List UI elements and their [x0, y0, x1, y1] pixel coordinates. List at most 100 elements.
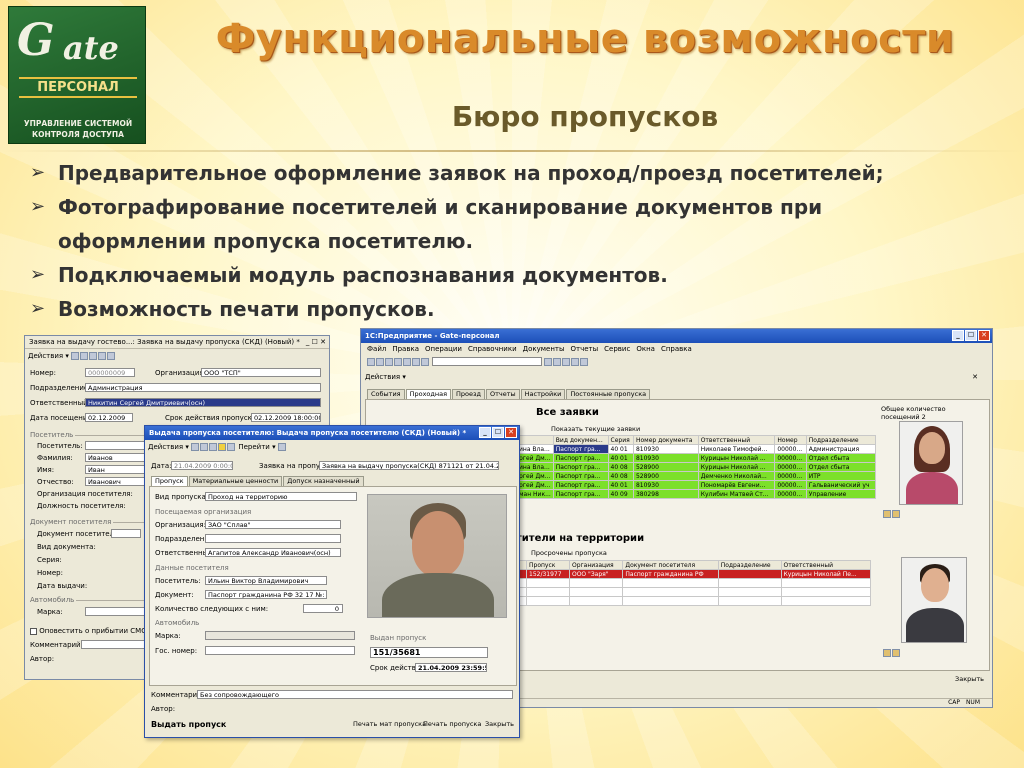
menu-catalogs[interactable]: Справочники — [468, 345, 517, 353]
col-dept[interactable]: Подразделение — [805, 435, 877, 445]
photo-action-icon[interactable] — [883, 510, 891, 518]
comment-field[interactable]: Без сопровождающего — [197, 690, 513, 699]
toolbar-icon[interactable] — [227, 443, 236, 451]
paste-icon[interactable] — [412, 357, 420, 366]
find-icon[interactable] — [544, 357, 553, 366]
tab-events[interactable]: События — [367, 389, 405, 399]
issue-pass-button[interactable]: Выдать пропуск — [151, 720, 226, 729]
print-pass-button[interactable]: Печать пропуска — [423, 720, 481, 728]
menu-help[interactable]: Справка — [661, 345, 692, 353]
col-dept[interactable]: Подразделение — [717, 560, 782, 570]
document-field[interactable]: Паспорт гражданина РФ 32 17 №: 89 — [205, 590, 327, 599]
menu-windows[interactable]: Окна — [636, 345, 655, 353]
tab-reports[interactable]: Отчеты — [485, 389, 520, 399]
overdue-filter[interactable]: Просрочены пропуска — [531, 549, 607, 557]
close-button[interactable]: Закрыть — [485, 720, 514, 728]
org-field[interactable]: ЗАО "Сплав" — [205, 520, 341, 529]
col-org[interactable]: Организация — [568, 560, 624, 570]
table-row[interactable] — [516, 587, 872, 597]
table-row[interactable]: ргей Дм... Паспорт гра... 40 08 528900 Демче… — [516, 471, 877, 481]
photo-action-icon[interactable] — [892, 649, 900, 657]
calc-icon[interactable] — [562, 357, 571, 366]
table-row[interactable]: ина Вла... Паспорт гра... 40 08 528900 Куриц… — [516, 462, 877, 472]
tab-pass[interactable]: Пропуск — [151, 476, 188, 486]
tab-valuables[interactable]: Материальные ценности — [188, 476, 283, 486]
visit-date-field[interactable]: 02.12.2009 — [85, 413, 133, 422]
help-icon[interactable] — [107, 352, 116, 360]
tab-checkpoint[interactable]: Проходная — [405, 389, 452, 399]
menu-service[interactable]: Сервис — [604, 345, 630, 353]
col-doctype[interactable]: Вид докумен... — [552, 435, 609, 445]
dept-field[interactable]: Администрация — [85, 383, 321, 392]
tab-drive[interactable]: Проезд — [452, 389, 485, 399]
menu-documents[interactable]: Документы — [523, 345, 565, 353]
col-resp[interactable]: Ответственный — [697, 435, 776, 445]
print-material-pass-button[interactable]: Печать мат пропуска — [353, 720, 426, 728]
toolbar-icon[interactable] — [200, 443, 209, 451]
col-doc[interactable]: Документ посетителя — [622, 560, 719, 570]
request-field[interactable]: Заявка на выдачу пропуска(СКД) 871121 от… — [319, 461, 499, 470]
menu-reports[interactable]: Отчеты — [571, 345, 599, 353]
valid-field[interactable]: 02.12.2009 18:00:00 — [251, 413, 321, 422]
dept-field[interactable] — [205, 534, 341, 543]
visitor-field[interactable]: Ильин Виктор Владимирович — [205, 576, 327, 585]
pass-type-field[interactable]: Проход на территорию — [205, 492, 357, 501]
menu-operations[interactable]: Операции — [425, 345, 462, 353]
number-field[interactable]: 000000009 — [85, 368, 135, 377]
document-field[interactable] — [111, 529, 141, 538]
table-row[interactable] — [516, 578, 872, 588]
photo-action-icon[interactable] — [892, 510, 900, 518]
toolbar-icon[interactable] — [218, 443, 227, 451]
menu-edit[interactable]: Правка — [392, 345, 419, 353]
save-icon[interactable] — [385, 357, 393, 366]
toolbar-icon[interactable] — [89, 352, 98, 360]
window-controls[interactable]: _ ☐ ✕ — [479, 427, 517, 438]
tab-settings[interactable]: Настройки — [520, 389, 566, 399]
show-current-checkbox[interactable]: Показать текущие заявки — [551, 425, 640, 433]
patronymic-field[interactable]: Иванович — [85, 477, 145, 486]
toolbar-icon[interactable] — [71, 352, 80, 360]
table-row[interactable]: 152/31977 ООО "Заря" Паспорт гражданина РФ… — [516, 569, 872, 579]
issue-pass-titlebar[interactable]: Выдача пропуска посетителю: Выдача пропу… — [145, 426, 519, 440]
surname-field[interactable]: Иванов — [85, 453, 145, 462]
brand-field[interactable] — [85, 607, 145, 616]
col-docnum[interactable]: Номер документа — [632, 435, 699, 445]
col-number[interactable]: Номер — [774, 435, 807, 445]
copy-icon[interactable] — [403, 357, 411, 366]
table-row[interactable]: ргей Дм... Паспорт гра... 40 01 810930 Поном… — [516, 480, 877, 490]
cut-icon[interactable] — [394, 357, 402, 366]
col-pass[interactable]: Пропуск — [526, 560, 570, 570]
goto-menu[interactable]: Перейти — [238, 443, 270, 451]
resp-field[interactable]: Никитин Сергей Дмитриевич(осн) — [85, 398, 321, 407]
request-window-titlebar[interactable]: Заявка на выдачу гостево...: Заявка на в… — [25, 336, 329, 349]
name-field[interactable]: Иван — [85, 465, 145, 474]
open-icon[interactable] — [376, 357, 384, 366]
memory-icon[interactable] — [580, 357, 589, 366]
help-icon[interactable] — [277, 443, 286, 451]
pass-number-field[interactable]: 151/35681 — [370, 647, 488, 658]
new-icon[interactable] — [367, 357, 375, 366]
date-field[interactable]: 21.04.2009 0:00:00 — [171, 461, 233, 470]
close-button[interactable]: Закрыть — [955, 675, 984, 683]
resp-field[interactable]: Агапитов Александр Иванович(осн) — [205, 548, 341, 557]
toolbar-icon[interactable] — [191, 443, 200, 451]
actions-menu[interactable]: Действия ▾ — [365, 373, 406, 381]
panel-close-icon[interactable]: ✕ — [972, 373, 978, 381]
undo-icon[interactable] — [421, 357, 429, 366]
actions-menu[interactable]: Действия — [28, 352, 63, 360]
notify-checkbox[interactable]: Оповестить о прибытии СМС — [30, 627, 146, 635]
companions-field[interactable]: 0 — [303, 604, 343, 613]
window-controls[interactable]: _ ☐ ✕ — [952, 330, 990, 341]
photo-action-icon[interactable] — [883, 649, 891, 657]
main-app-titlebar[interactable]: 1С:Предприятие - Gate-персонал _ ☐ ✕ — [361, 329, 992, 343]
table-row[interactable]: ман Ник... Паспорт гра... 40 09 380298 Кулиб… — [516, 489, 877, 499]
toolbar-icon[interactable] — [80, 352, 89, 360]
search-combo[interactable] — [432, 357, 543, 366]
toolbar-icon[interactable] — [98, 352, 107, 360]
org-field[interactable]: ООО "ТСП" — [201, 368, 321, 377]
plate-field[interactable] — [205, 646, 355, 655]
find-next-icon[interactable] — [553, 357, 562, 366]
tab-permanent-passes[interactable]: Постоянные пропуска — [566, 389, 651, 399]
col-resp[interactable]: Ответственный — [780, 560, 872, 570]
window-controls[interactable]: _ ☐ ✕ — [306, 336, 326, 348]
